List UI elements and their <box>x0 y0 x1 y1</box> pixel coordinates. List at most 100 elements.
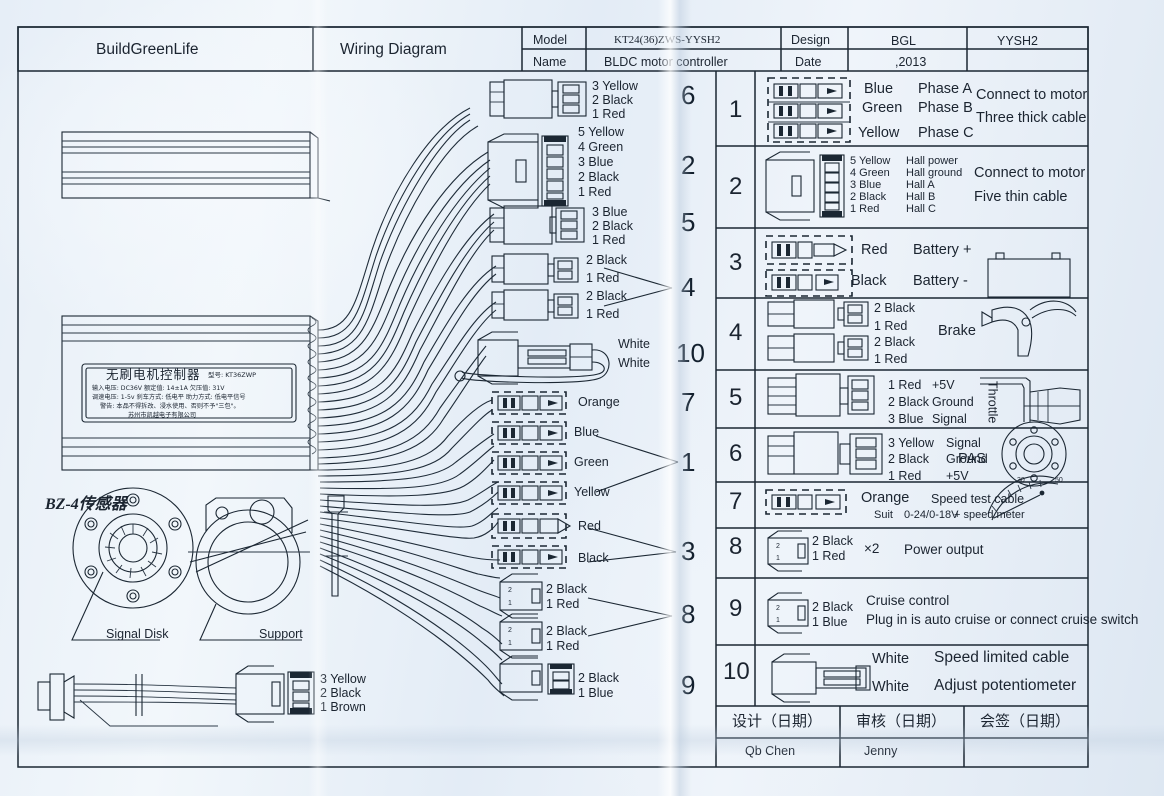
legend-3-color-1: Black <box>851 273 887 289</box>
design-value: BGL <box>891 34 917 48</box>
legend-10-fn-1: Adjust potentiometer <box>934 677 1077 694</box>
legend-8-note-qty: ×2 <box>864 541 880 556</box>
legend-2-color-0: 5 Yellow <box>850 155 891 167</box>
wiring-diagram-sheet: .s{fill:none;stroke:#1b2733;stroke-width… <box>0 0 1164 796</box>
legend-9-note-cruise: Cruise control <box>866 593 950 608</box>
harness-group-num-9: 9 <box>681 670 696 700</box>
legend-row-num-5: 5 <box>729 384 743 411</box>
controller-label-title: 无刷电机控制器 <box>106 367 201 382</box>
harness-group-num-3: 3 <box>681 536 696 566</box>
controller-label-line1: 输入电压: DC36V 额定值: 14±1A 欠压值: 31V <box>92 385 225 392</box>
legend-5-note-throttle: Throttle <box>985 381 1000 424</box>
legend-6-note-pas: PAS <box>958 451 986 467</box>
legend-row-num-3: 3 <box>729 249 743 276</box>
harness-group-num-2: 2 <box>681 150 696 180</box>
sensor-title: BZ-4传感器 <box>45 496 127 513</box>
legend-row-num-8: 8 <box>729 533 743 560</box>
legend-row-num-6: 6 <box>729 440 743 467</box>
harness-8-pin-2b: 2 Black <box>546 624 587 638</box>
controller-label-model: 型号: KT36ZWP <box>208 371 257 379</box>
harness-2-pin-5: 5 Yellow <box>578 125 624 139</box>
legend-3-color-0: Red <box>861 242 888 258</box>
harness-5-pin-3: 3 Blue <box>592 205 628 219</box>
harness-4-pin-1a: 1 Red <box>586 271 620 285</box>
legend-4-color-0: 2 Black <box>874 301 915 315</box>
legend-row-num-10: 10 <box>723 658 750 685</box>
model-value: KT24(36)ZWS-YYSH2 <box>614 34 721 46</box>
company-name: BuildGreenLife <box>96 41 199 58</box>
legend-1-fn-1: Phase B <box>918 100 973 116</box>
harness-3-wire-red: Red <box>578 519 601 533</box>
bottom-connector-pin-1: 1 Brown <box>320 700 366 714</box>
signature-value-review: Jenny <box>864 744 898 758</box>
harness-5-pin-2: 2 Black <box>592 219 633 233</box>
harness-1-wire-blue: Blue <box>574 425 600 439</box>
page-title: Wiring Diagram <box>340 41 447 58</box>
signal-disk-label: Signal Disk <box>106 627 169 641</box>
bottom-connector-pin-3: 3 Yellow <box>320 672 366 686</box>
signature-value-design: Qb Chen <box>745 744 796 758</box>
harness-8-pin-1b: 1 Red <box>546 639 580 653</box>
harness-9-pin-2: 2 Black <box>578 671 619 685</box>
revision-value: YYSH2 <box>997 34 1038 48</box>
signature-header-review: 审核（日期） <box>856 712 947 730</box>
legend-4-color-3: 1 Red <box>874 352 908 366</box>
svg-text:2: 2 <box>508 587 512 594</box>
legend-5-color-1: 2 Black <box>888 395 929 409</box>
svg-text:2: 2 <box>508 627 512 634</box>
legend-1-color-1: Green <box>862 100 903 116</box>
svg-text:1: 1 <box>508 640 512 647</box>
harness-group-num-4: 4 <box>681 272 696 302</box>
legend-2-fn-4: Hall C <box>906 203 936 215</box>
legend-6-fn-0: Signal <box>946 436 981 450</box>
legend-1-fn-0: Phase A <box>918 81 973 97</box>
date-label: Date <box>795 55 822 69</box>
controller-label-company: 苏州市凯越电子有限公司 <box>128 412 197 419</box>
legend-row-num-1: 1 <box>729 96 743 123</box>
svg-text:1: 1 <box>776 617 780 624</box>
legend-2-color-1: 4 Green <box>850 167 890 179</box>
harness-group-num-10: 10 <box>676 338 705 368</box>
harness-4-pin-2b: 2 Black <box>586 289 627 303</box>
harness-6-pin-1: 1 Red <box>592 107 626 121</box>
legend-5-fn-2: Signal <box>932 412 967 426</box>
controller-label-line3: 警告: 本品不得拆改、浸水使用、否则不予"三包"。 <box>100 403 240 410</box>
legend-2-color-3: 2 Black <box>850 191 887 203</box>
date-value: ,2013 <box>895 55 927 69</box>
legend-row-num-2: 2 <box>729 173 743 200</box>
harness-10-wire-1: White <box>618 337 650 351</box>
harness-6-pin-2: 2 Black <box>592 93 633 107</box>
harness-1-wire-yellow: Yellow <box>574 485 610 499</box>
legend-6-color-0: 3 Yellow <box>888 436 934 450</box>
meter-tick-30: 30 <box>1017 477 1025 484</box>
svg-text:1: 1 <box>776 555 780 562</box>
harness-8-pin-1a: 1 Red <box>546 597 580 611</box>
harness-group-num-6: 6 <box>681 80 696 110</box>
harness-group-num-5: 5 <box>681 207 696 237</box>
legend-10-color-0: White <box>872 651 910 667</box>
legend-2-note-1: Five thin cable <box>974 189 1068 205</box>
legend-1-color-0: Blue <box>864 81 894 97</box>
legend-9-color-0: 2 Black <box>812 600 853 614</box>
legend-9-color-1: 1 Blue <box>812 615 848 629</box>
legend-5-fn-1: Ground <box>932 395 974 409</box>
legend-6-color-2: 1 Red <box>888 469 922 483</box>
name-label: Name <box>533 55 567 69</box>
legend-2-fn-1: Hall ground <box>906 167 963 179</box>
harness-2-pin-3: 3 Blue <box>578 155 614 169</box>
legend-7-color-0: Orange <box>861 490 910 506</box>
harness-2-pin-4: 4 Green <box>578 140 624 154</box>
legend-7-note-suit: Suit <box>874 509 893 521</box>
harness-group-num-1: 1 <box>681 447 696 477</box>
bottom-connector-pin-2: 2 Black <box>320 686 361 700</box>
harness-group-num-8: 8 <box>681 599 696 629</box>
legend-8-note-power: Power output <box>904 542 984 557</box>
meter-tick-50: 50 <box>1055 477 1063 484</box>
legend-7-note-range: 0-24/0-18V <box>904 509 959 521</box>
legend-3-fn-1: Battery - <box>913 273 968 289</box>
harness-4-pin-1b: 1 Red <box>586 307 620 321</box>
legend-row-num-9: 9 <box>729 595 743 622</box>
name-value: BLDC motor controller <box>604 55 728 69</box>
legend-8-color-1: 1 Red <box>812 549 846 563</box>
signature-header-countersign: 会签（日期） <box>980 712 1071 730</box>
